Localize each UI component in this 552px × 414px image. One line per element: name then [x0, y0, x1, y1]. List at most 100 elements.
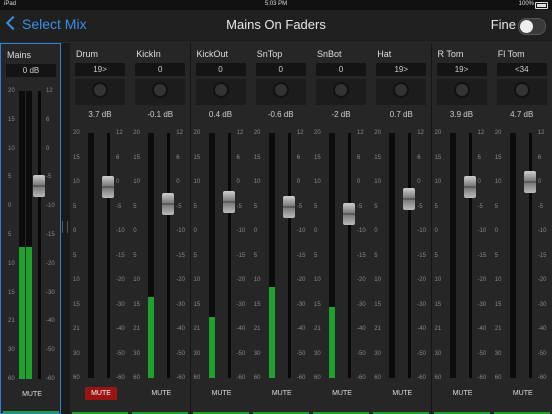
- pan-area: [436, 79, 487, 105]
- scale-left-label: 20: [73, 130, 80, 136]
- fine-label: Fine: [490, 17, 516, 32]
- meter-fill: [26, 246, 32, 379]
- scale-right-label: -15: [296, 252, 306, 259]
- scale-left-label: 20: [253, 130, 261, 136]
- fader-cap[interactable]: [463, 175, 476, 198]
- scale-left-label: 30: [434, 350, 442, 357]
- scale-right-label: -20: [537, 277, 547, 283]
- scale-right-label: -40: [176, 326, 185, 332]
- scale-right-label: -5: [537, 203, 544, 210]
- scale-right-label: 12: [537, 130, 545, 136]
- scale-left-label: 20: [314, 130, 321, 136]
- meter-fill: [208, 316, 215, 378]
- scale-right-label: -15: [116, 252, 125, 259]
- scale-right-label: -10: [176, 228, 185, 234]
- scale-left-label: 5: [193, 252, 197, 259]
- scale-left-label: 15: [314, 154, 321, 161]
- fader-cap[interactable]: [282, 195, 295, 218]
- scale-left-label: 5: [73, 252, 77, 259]
- scale-left-label: 5: [193, 203, 197, 210]
- resize-handle[interactable]: [62, 221, 68, 233]
- scale-left-label: 0: [133, 228, 137, 234]
- scale-right-label: 6: [236, 154, 240, 161]
- mute-button[interactable]: MUTE: [16, 388, 48, 401]
- scale-left-label: 0: [8, 203, 12, 210]
- mute-button[interactable]: MUTE: [326, 387, 358, 400]
- gain-value: 0.7 dB: [389, 110, 413, 119]
- fader-cap[interactable]: [102, 175, 114, 198]
- scale-right-label: -10: [477, 228, 487, 234]
- scale-left-label: 15: [494, 154, 502, 161]
- fader-cap[interactable]: [162, 193, 175, 216]
- scale-right-label: -30: [477, 301, 487, 308]
- fine-toggle[interactable]: [518, 18, 546, 35]
- scale-right-label: -10: [357, 228, 366, 234]
- mute-button[interactable]: MUTE: [386, 387, 418, 400]
- scale-left-label: 5: [374, 203, 378, 210]
- scale-right-label: -60: [357, 375, 366, 381]
- meter: [88, 133, 94, 378]
- scale-right-label: -10: [236, 228, 246, 234]
- pan-knob[interactable]: [212, 82, 229, 98]
- fader-track: [528, 133, 532, 378]
- pan-knob[interactable]: [272, 82, 289, 98]
- scale-right-label: 6: [176, 154, 180, 161]
- status-bar: iPad 5:03 PM 100%: [0, 0, 552, 10]
- scale-right-label: -20: [116, 277, 125, 283]
- scale-right-label: -50: [537, 350, 547, 357]
- scale-left-label: 5: [434, 203, 438, 210]
- mute-button[interactable]: MUTE: [447, 387, 479, 400]
- scale-right-label: -60: [417, 375, 426, 381]
- mute-button[interactable]: MUTE: [266, 387, 298, 400]
- scale-right-label: 12: [116, 130, 123, 136]
- scale-right-label: 12: [176, 130, 183, 136]
- scale-right-label: 12: [477, 130, 485, 136]
- pan-area: [496, 79, 547, 105]
- scale-right-label: 0: [477, 179, 481, 185]
- scale-right-label: 6: [357, 154, 361, 161]
- fader-cap[interactable]: [523, 171, 536, 193]
- scale-left-label: 30: [73, 350, 80, 357]
- mute-button[interactable]: MUTE: [206, 387, 238, 400]
- pan-knob[interactable]: [152, 82, 169, 98]
- fader-cap[interactable]: [222, 190, 235, 213]
- scale-right-label: -10: [417, 228, 426, 234]
- pan-area: [255, 79, 306, 105]
- mute-button[interactable]: MUTE: [507, 387, 539, 400]
- scale-left-label: 21: [253, 326, 261, 332]
- scale-left-label: 5: [434, 252, 438, 259]
- gain-value: -0.1 dB: [147, 110, 174, 119]
- scale-right-label: -40: [296, 326, 306, 332]
- mute-button[interactable]: MUTE: [145, 387, 177, 400]
- scale-right-label: -5: [46, 174, 52, 181]
- scale-right-label: -30: [296, 301, 306, 308]
- pan-area: [195, 79, 246, 105]
- strip-mains: Mains 0 dB 20 12 15 6 10 0 5 -5 0 -10 5 -15 10 -20 15 -30…: [0, 43, 61, 414]
- scale-left-label: 5: [133, 203, 137, 210]
- meter-fill: [268, 287, 275, 378]
- status-time: 5:03 PM: [264, 1, 288, 7]
- pan-area: [75, 79, 125, 105]
- mute-button[interactable]: MUTE: [85, 387, 117, 400]
- scale-right-label: -30: [116, 301, 125, 308]
- fader-track: [287, 133, 291, 378]
- meter: [148, 133, 155, 378]
- pan-knob[interactable]: [333, 82, 349, 98]
- pan-knob[interactable]: [513, 82, 530, 98]
- pan-knob[interactable]: [92, 82, 108, 98]
- fader-cap[interactable]: [403, 188, 416, 211]
- strip-name: Mains: [7, 50, 32, 60]
- fader-cap[interactable]: [33, 175, 45, 198]
- pan-knob[interactable]: [453, 82, 470, 98]
- scale-left-label: 10: [133, 277, 140, 283]
- fader-cap[interactable]: [343, 202, 355, 225]
- scale-right-label: 0: [116, 179, 120, 185]
- scale-right-label: -60: [116, 375, 125, 381]
- pan-knob[interactable]: [393, 82, 410, 98]
- scale-right-label: 12: [296, 130, 304, 136]
- strip-name: Fl Tom: [497, 49, 525, 59]
- fader-track: [107, 133, 110, 378]
- pan-area: [316, 79, 366, 105]
- scale-right-label: -30: [176, 301, 185, 308]
- scale-left-label: 15: [253, 154, 261, 161]
